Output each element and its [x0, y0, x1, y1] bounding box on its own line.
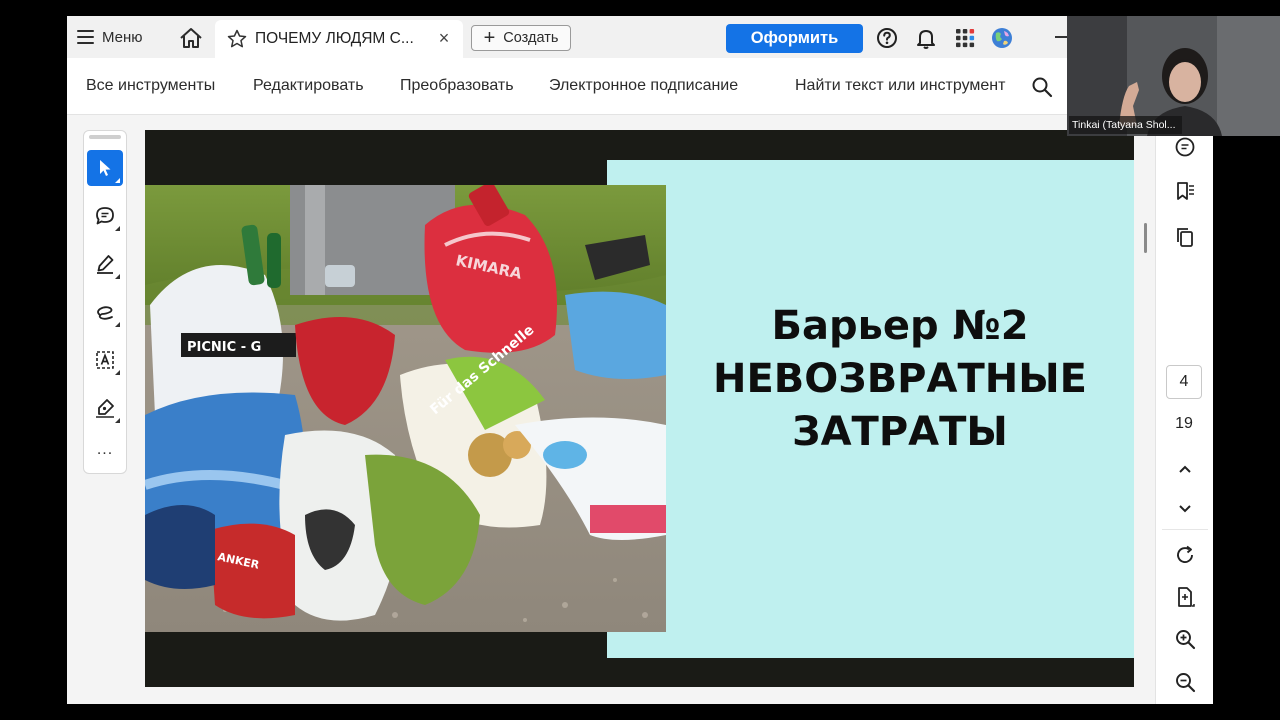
rotate-button[interactable]: [1171, 541, 1199, 569]
signature-pen-icon: [96, 399, 114, 418]
notifications-button[interactable]: [914, 26, 938, 50]
globe-avatar-icon: [992, 28, 1012, 48]
zoom-out-icon: [1176, 673, 1196, 693]
home-button[interactable]: [178, 25, 204, 51]
participant-name-label: Tinkai (Tatyana Shol...: [1069, 116, 1182, 134]
page-fit-button[interactable]: [1171, 583, 1199, 611]
help-button[interactable]: [875, 26, 899, 50]
total-pages-label: 19: [1175, 415, 1193, 432]
menu-button[interactable]: Меню: [77, 16, 143, 58]
bookmarks-button[interactable]: [1171, 177, 1199, 205]
home-icon: [180, 28, 202, 48]
comment-tool-button[interactable]: [87, 198, 123, 234]
account-button[interactable]: [990, 26, 1014, 50]
all-tools-link[interactable]: Все инструменты: [86, 77, 215, 95]
close-icon[interactable]: ×: [435, 29, 453, 47]
apps-grid-icon: [956, 29, 975, 48]
more-tools-button[interactable]: ...: [87, 441, 123, 461]
search-tools-link[interactable]: Найти текст или инструмент: [795, 77, 1005, 95]
pages-button[interactable]: [1171, 223, 1199, 251]
title-bar: Меню ПОЧЕМУ ЛЮДЯМ С... × + Создать Оформ…: [67, 16, 1213, 58]
ai-assistant-button[interactable]: [1171, 133, 1199, 161]
current-page-field[interactable]: 4: [1166, 365, 1202, 399]
slide-heading-line-2: НЕВОЗВРАТНЫЕ: [712, 356, 1087, 402]
star-icon[interactable]: [227, 29, 247, 49]
rail-divider: [1162, 529, 1208, 530]
document-fit-icon: [1178, 587, 1195, 607]
convert-link[interactable]: Преобразовать: [400, 77, 514, 95]
zoom-out-button[interactable]: [1171, 668, 1199, 696]
search-icon[interactable]: [1031, 76, 1053, 98]
freehand-draw-icon: [97, 306, 113, 320]
cursor-arrow-icon: [100, 160, 111, 176]
zoom-in-icon: [1176, 630, 1196, 650]
slide-page: KIMARA PICNIC - G Für das Schnelle ANKER…: [145, 130, 1134, 687]
subscribe-button[interactable]: Оформить: [726, 24, 863, 53]
text-box-tool-button[interactable]: [87, 342, 123, 378]
bag-text-picnic: PICNIC - G: [187, 340, 261, 355]
copy-pages-icon: [1177, 228, 1193, 247]
drag-handle[interactable]: [89, 135, 121, 139]
select-tool-button[interactable]: [87, 150, 123, 186]
chevron-up-icon: [1179, 465, 1191, 473]
document-tab[interactable]: ПОЧЕМУ ЛЮДЯМ С... ×: [215, 20, 463, 58]
document-area: ... KIMARA PICNIC - G Für das Schnelle A…: [67, 115, 1213, 704]
plus-icon: +: [483, 27, 496, 49]
garbage-bags-photo: KIMARA PICNIC - G Für das Schnelle ANKER: [145, 185, 666, 632]
edit-link[interactable]: Редактировать: [253, 77, 364, 95]
slide-heading-line-1: Барьер №2: [771, 303, 1029, 349]
tools-bar: Все инструменты Редактировать Преобразов…: [67, 58, 1213, 115]
previous-page-button[interactable]: [1171, 455, 1199, 483]
help-icon: [877, 28, 897, 48]
bookmark-icon: [1177, 182, 1194, 200]
rotate-icon: [1177, 545, 1193, 563]
create-button[interactable]: + Создать: [471, 25, 571, 51]
next-page-button[interactable]: [1171, 495, 1199, 523]
comment-icon: [96, 207, 114, 225]
esign-link[interactable]: Электронное подписание: [549, 77, 738, 95]
chevron-down-icon: [1179, 505, 1191, 513]
create-label: Создать: [503, 30, 559, 46]
quick-tools-toolbar: ...: [83, 130, 127, 474]
draw-tool-button[interactable]: [87, 294, 123, 330]
zoom-in-button[interactable]: [1171, 625, 1199, 653]
text-box-icon: [96, 351, 114, 369]
pen-highlight-icon: [97, 255, 114, 274]
highlight-tool-button[interactable]: [87, 246, 123, 282]
bell-icon: [917, 30, 935, 49]
sign-tool-button[interactable]: [87, 390, 123, 426]
vertical-scrollbar[interactable]: [1144, 223, 1147, 253]
slide-heading: Барьер №2 НЕВОЗВРАТНЫЕ ЗАТРАТЫ: [666, 300, 1134, 459]
slide-heading-line-3: ЗАТРАТЫ: [792, 409, 1008, 455]
tab-title: ПОЧЕМУ ЛЮДЯМ С...: [255, 30, 414, 47]
apps-button[interactable]: [953, 26, 977, 50]
right-rail: 4 19: [1155, 115, 1213, 704]
menu-label: Меню: [102, 28, 143, 46]
acrobat-window: Меню ПОЧЕМУ ЛЮДЯМ С... × + Создать Оформ…: [67, 16, 1213, 704]
hamburger-icon: [77, 30, 94, 44]
ai-assistant-icon: [1175, 137, 1195, 157]
